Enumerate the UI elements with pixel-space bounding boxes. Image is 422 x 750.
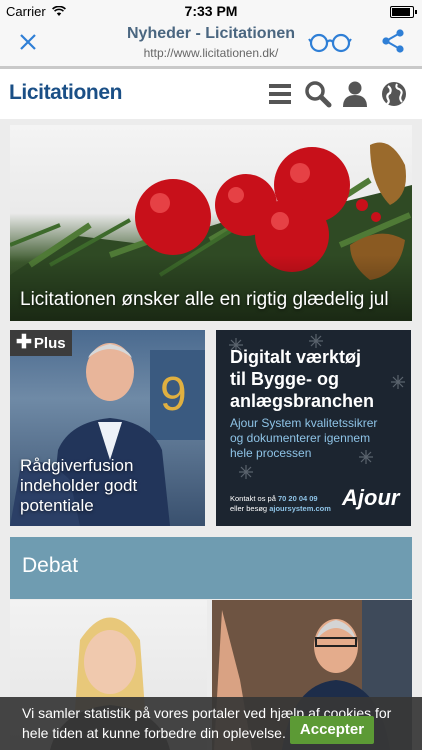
article-card-plus[interactable]: 9 ✚ Plus Rådgiverfusion indeholder godt p… [10,330,205,526]
ad-headline: Digitalt værktøj til Bygge- og anlægsbra… [230,347,375,411]
share-icon[interactable] [381,28,405,54]
close-icon[interactable] [16,30,40,54]
hero-caption[interactable]: Licitationen ønsker alle en rigtig glæde… [20,288,402,311]
advertisement[interactable]: Digitalt værktøj til Bygge- og anlægsbra… [216,330,411,526]
svg-text:9: 9 [160,368,187,421]
battery-icon [390,6,417,18]
battery-fill [392,8,410,16]
search-icon[interactable] [304,80,332,108]
site-header: Licitationen [0,69,422,119]
ad-contact: Kontakt os på 70 20 04 09 eller besøg aj… [230,494,331,513]
status-bar: Carrier 7:33 PM [0,0,422,22]
debat-section-header[interactable]: Debat [10,537,412,599]
plus-badge: ✚ Plus [10,330,72,356]
browser-nav-bar: Nyheder - Licitationen http://www.licita… [0,22,422,66]
accept-cookies-button[interactable]: Accepter [290,716,374,744]
menu-icon[interactable] [268,82,292,106]
plus-icon: ✚ [16,332,32,353]
ad-brand-logo: Ajour [342,485,400,510]
clock: 7:33 PM [184,3,238,19]
section-title: Debat [22,554,79,577]
hero-article-card[interactable]: Licitationen ønsker alle en rigtig glæde… [10,125,412,321]
article-caption[interactable]: Rådgiverfusion indeholder godt potential… [20,456,195,516]
cookie-banner: Vi samler statistik på vores portaler ve… [0,697,422,750]
site-logo[interactable]: Licitationen [9,81,122,105]
reader-glasses-icon[interactable] [308,30,352,54]
user-icon[interactable] [342,80,368,108]
ad-subtext: Ajour System kvalitetssikrer og dokument… [230,416,378,460]
globe-icon[interactable] [380,80,408,108]
